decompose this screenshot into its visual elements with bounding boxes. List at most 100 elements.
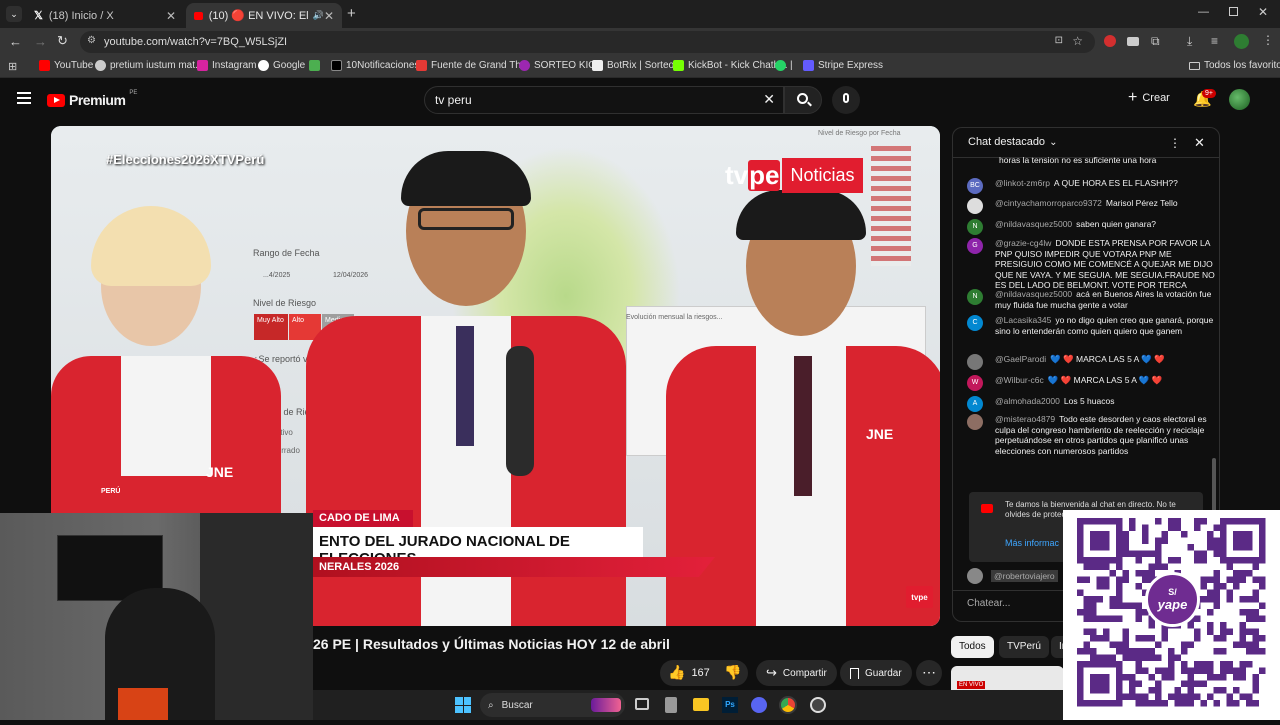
chat-mode-dropdown[interactable]: Chat destacado ⌄ bbox=[968, 136, 1057, 148]
chat-author[interactable]: @linkot-zm6rp bbox=[995, 178, 1050, 188]
avatar[interactable]: C bbox=[967, 315, 983, 331]
app-icon[interactable] bbox=[665, 697, 677, 713]
bookmarks-bar: ⊞ YouTube pretium iustum mat... Instagra… bbox=[0, 56, 1280, 78]
chat-message: C @Lacasika345 yo no digo quien creo que g… bbox=[967, 315, 1217, 336]
taskbar-search[interactable]: ⌕ Buscar bbox=[480, 693, 625, 717]
file-explorer-icon[interactable] bbox=[693, 698, 709, 711]
bookmark-item[interactable]: Instagram bbox=[197, 60, 256, 71]
task-view-icon[interactable] bbox=[635, 698, 649, 710]
bookmark-item[interactable]: Google bbox=[258, 60, 305, 71]
avatar[interactable]: A bbox=[967, 396, 983, 412]
chat-author[interactable]: @cintyachamorroparco9372 bbox=[995, 198, 1102, 208]
chat-author[interactable]: @misterao4879 bbox=[995, 414, 1055, 424]
like-button[interactable]: 👍 167 bbox=[668, 664, 710, 681]
dashboard-label: Nivel de Riesgo por Fecha bbox=[818, 130, 901, 137]
app-icon[interactable] bbox=[810, 697, 826, 713]
profile-avatar[interactable] bbox=[1234, 34, 1249, 49]
speaker-icon[interactable]: 🔊 bbox=[313, 10, 324, 21]
chip-tvperu[interactable]: TVPerú bbox=[999, 636, 1049, 658]
download-icon[interactable]: ⤓ bbox=[1187, 34, 1192, 49]
avatar[interactable]: N bbox=[967, 289, 983, 305]
chat-message-body: @misterao4879 Todo este desorden y caos e… bbox=[995, 414, 1217, 456]
bookmark-item[interactable]: Fuente de Grand Th... bbox=[416, 60, 529, 71]
bookmark-item[interactable]: 10Notificaciones bbox=[331, 60, 419, 71]
avatar[interactable] bbox=[967, 414, 983, 430]
avatar[interactable] bbox=[967, 198, 983, 214]
chat-author[interactable]: @Wilbur-c6c bbox=[995, 375, 1044, 385]
chat-author[interactable]: @almohada2000 bbox=[995, 396, 1060, 406]
youtube-header: Premium PE tv peru ✕ + Crear 🔔 9+ bbox=[0, 80, 1280, 120]
minimize-button[interactable]: — bbox=[1198, 6, 1209, 18]
apps-grid-icon[interactable]: ⊞ bbox=[8, 60, 17, 73]
maximize-button[interactable] bbox=[1229, 7, 1238, 16]
chat-menu-icon[interactable]: ⋮ bbox=[1169, 136, 1181, 150]
bookmark-item[interactable]: pretium iustum mat... bbox=[95, 60, 203, 71]
learn-more-link[interactable]: Más informac bbox=[1005, 538, 1059, 548]
avatar bbox=[967, 568, 983, 584]
reload-icon[interactable]: ↻ bbox=[57, 33, 68, 49]
tab-search-icon[interactable]: ⌄ bbox=[6, 6, 22, 22]
chat-text: Marisol Pérez Tello bbox=[1105, 198, 1178, 208]
create-button[interactable]: + Crear bbox=[1128, 89, 1170, 106]
hamburger-menu-icon[interactable] bbox=[17, 92, 31, 104]
avatar[interactable]: W bbox=[967, 375, 983, 391]
botrix-icon bbox=[592, 60, 603, 71]
bookmark-item[interactable]: Stripe Express bbox=[803, 60, 883, 71]
voice-search-button[interactable] bbox=[832, 86, 860, 114]
clear-icon[interactable]: ✕ bbox=[763, 91, 775, 108]
chat-close-icon[interactable]: ✕ bbox=[1194, 135, 1205, 151]
pinned-user: @robertoviajero bbox=[967, 568, 1058, 584]
address-bar[interactable]: ⚙ youtube.com/watch?v=7BQ_W5LSjZI ⊡ ☆ bbox=[80, 31, 1095, 53]
menu-kebab-icon[interactable]: ⋮ bbox=[1262, 33, 1274, 47]
url-text: youtube.com/watch?v=7BQ_W5LSjZI bbox=[104, 36, 288, 48]
bookmark-item[interactable]: KickBot - Kick Chatb... bbox=[673, 60, 787, 71]
plus-icon: + bbox=[1128, 89, 1138, 106]
chrome-icon[interactable] bbox=[779, 696, 797, 714]
back-arrow-icon[interactable]: ← bbox=[9, 34, 22, 49]
bookmark-item[interactable]: SORTEO KICK bbox=[519, 60, 602, 71]
share-button[interactable]: ↪ Compartir bbox=[756, 660, 837, 686]
site-info-icon[interactable]: ⚙ bbox=[87, 35, 96, 46]
close-icon[interactable]: ✕ bbox=[166, 9, 176, 23]
close-window-button[interactable]: ✕ bbox=[1258, 5, 1268, 19]
chat-author[interactable]: @Lacasika345 bbox=[995, 315, 1051, 325]
avatar[interactable] bbox=[967, 354, 983, 370]
new-tab-button[interactable]: + bbox=[347, 5, 356, 22]
bookmark-item[interactable]: YouTube bbox=[39, 60, 93, 71]
dislike-button[interactable]: 👎 bbox=[724, 664, 741, 681]
bookmark-item[interactable]: | bbox=[775, 60, 793, 71]
account-avatar[interactable] bbox=[1229, 89, 1250, 110]
search-input[interactable]: tv peru ✕ bbox=[424, 86, 784, 114]
start-button[interactable] bbox=[455, 697, 471, 713]
photoshop-icon[interactable]: Ps bbox=[722, 697, 738, 713]
avatar[interactable]: N bbox=[967, 219, 983, 235]
chat-author[interactable]: @nildavasquez5000 bbox=[995, 219, 1072, 229]
chip-all[interactable]: Todos bbox=[951, 636, 994, 658]
install-icon[interactable]: ⊡ bbox=[1055, 35, 1063, 46]
chat-message: A @almohada2000 Los 5 huacos bbox=[967, 396, 1217, 412]
chat-author[interactable]: @nildavasquez5000 bbox=[995, 289, 1072, 299]
youtube-logo[interactable]: Premium PE bbox=[47, 90, 137, 108]
tab-x[interactable]: 𝕏 (18) Inicio / X ✕ bbox=[26, 3, 184, 28]
chat-author[interactable]: @grazie-cg4lw bbox=[995, 238, 1051, 248]
chat-author[interactable]: @GaelParodi bbox=[995, 354, 1046, 364]
forward-arrow-icon[interactable]: → bbox=[34, 34, 47, 49]
more-actions-button[interactable]: ⋯ bbox=[916, 660, 942, 686]
bookmark-star-icon[interactable]: ☆ bbox=[1072, 34, 1083, 48]
avatar[interactable]: BC bbox=[967, 178, 983, 194]
bookmark-item[interactable]: BotRix | Sorteos bbox=[592, 60, 679, 71]
close-icon[interactable]: ✕ bbox=[324, 9, 334, 23]
extension-icon[interactable] bbox=[1104, 35, 1116, 47]
bookmark-item[interactable] bbox=[309, 60, 320, 71]
search-button[interactable] bbox=[784, 86, 822, 114]
save-button[interactable]: Guardar bbox=[840, 660, 912, 686]
discord-icon[interactable] bbox=[751, 697, 767, 713]
tab-label: (18) Inicio / X bbox=[48, 9, 114, 22]
extensions-puzzle-icon[interactable]: ⧉ bbox=[1151, 34, 1160, 49]
all-bookmarks[interactable]: Todos los favoritos bbox=[1189, 60, 1280, 71]
bookmark-icon bbox=[850, 667, 859, 679]
extension-icon[interactable] bbox=[1127, 37, 1139, 46]
tab-search-icon[interactable]: ≡ bbox=[1211, 34, 1218, 48]
avatar[interactable]: G bbox=[967, 238, 983, 254]
tab-youtube[interactable]: (10) 🔴 EN VIVO: Eleccione 🔊 ✕ bbox=[186, 3, 342, 28]
